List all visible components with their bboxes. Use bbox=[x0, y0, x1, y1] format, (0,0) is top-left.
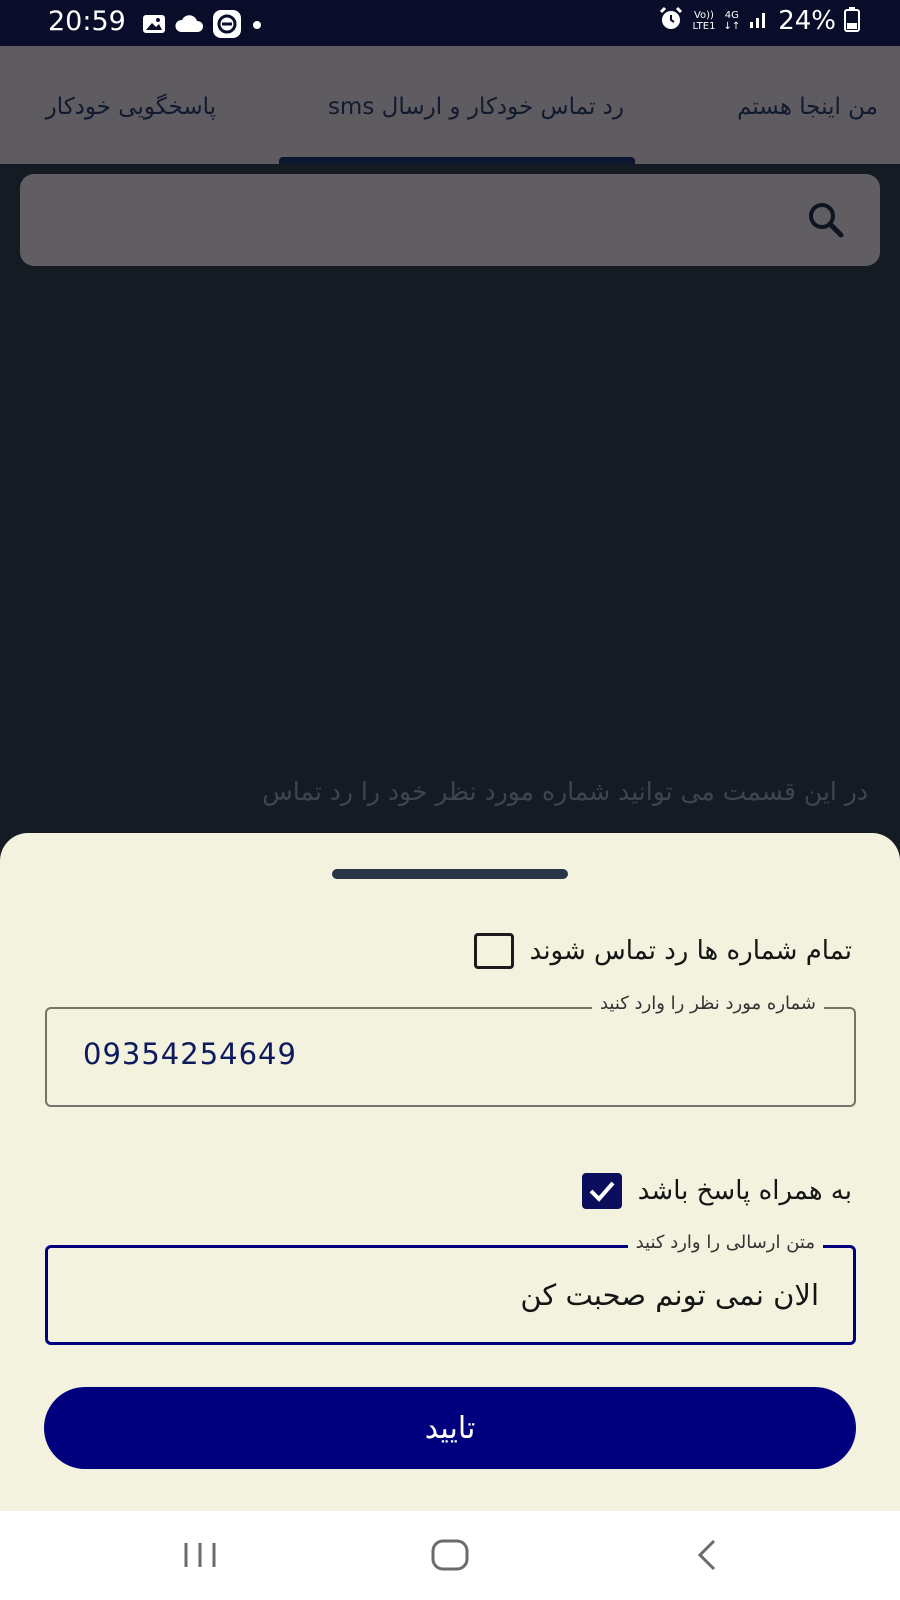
number-field[interactable]: شماره مورد نظر را وارد کنید 09354254649 bbox=[45, 993, 856, 1107]
cloud-icon bbox=[174, 14, 204, 38]
notification-icons bbox=[142, 9, 264, 43]
description-text: در این قسمت می توانید شماره مورد نظر خود… bbox=[262, 777, 868, 806]
with-reply-checkbox[interactable] bbox=[581, 1173, 622, 1209]
status-bar: 20:59 Vo)) LTE1 4G ↓↑ 24% bbox=[0, 0, 900, 46]
status-time: 20:59 bbox=[48, 6, 126, 37]
number-field-value[interactable]: 09354254649 bbox=[83, 1037, 297, 1071]
home-icon[interactable] bbox=[430, 1535, 470, 1579]
with-reply-label: به همراه پاسخ باشد bbox=[637, 1176, 852, 1206]
tab-bar: من اینجا هستم رد تماس خودکار و ارسال sms… bbox=[0, 46, 900, 164]
message-field-label: متن ارسالی را وارد کنید bbox=[627, 1232, 823, 1253]
battery-icon bbox=[844, 6, 860, 36]
search-icon[interactable] bbox=[804, 198, 848, 246]
message-field-value[interactable]: الان نمی تونم صحبت کن bbox=[520, 1278, 819, 1312]
alarm-icon bbox=[658, 6, 684, 36]
tab-auto-answer[interactable]: پاسخگویی خودکار bbox=[46, 94, 216, 120]
tab-indicator bbox=[279, 157, 635, 164]
reject-all-checkbox[interactable] bbox=[473, 933, 514, 969]
tab-im-here[interactable]: من اینجا هستم bbox=[737, 94, 878, 120]
reject-all-label: تمام شماره ها رد تماس شوند bbox=[529, 936, 852, 966]
status-right-icons: Vo)) LTE1 4G ↓↑ 24% bbox=[658, 6, 860, 36]
checkmark-icon bbox=[589, 1181, 615, 1202]
number-field-label: شماره مورد نظر را وارد کنید bbox=[591, 993, 824, 1014]
navigation-bar bbox=[0, 1511, 900, 1600]
with-reply-row[interactable]: به همراه پاسخ باشد bbox=[581, 1173, 852, 1209]
drag-handle[interactable] bbox=[332, 869, 568, 879]
back-icon[interactable] bbox=[688, 1535, 728, 1579]
confirm-button[interactable]: تایید bbox=[44, 1387, 856, 1469]
message-field[interactable]: متن ارسالی را وارد کنید الان نمی تونم صح… bbox=[45, 1232, 856, 1345]
signal-icon bbox=[748, 8, 770, 34]
dot-icon bbox=[250, 17, 264, 36]
search-input[interactable] bbox=[20, 174, 880, 266]
network-icon: 4G ↓↑ bbox=[723, 10, 741, 32]
reject-all-row[interactable]: تمام شماره ها رد تماس شوند bbox=[473, 933, 852, 969]
bottom-sheet: تمام شماره ها رد تماس شوند شماره مورد نظ… bbox=[0, 833, 900, 1511]
recent-apps-icon[interactable] bbox=[180, 1535, 220, 1579]
app-badge-icon bbox=[212, 9, 242, 43]
volte-icon: Vo)) LTE1 bbox=[692, 10, 716, 32]
image-icon bbox=[142, 12, 166, 40]
battery-percent: 24% bbox=[778, 6, 836, 36]
tab-auto-reject-sms[interactable]: رد تماس خودکار و ارسال sms bbox=[328, 94, 624, 120]
